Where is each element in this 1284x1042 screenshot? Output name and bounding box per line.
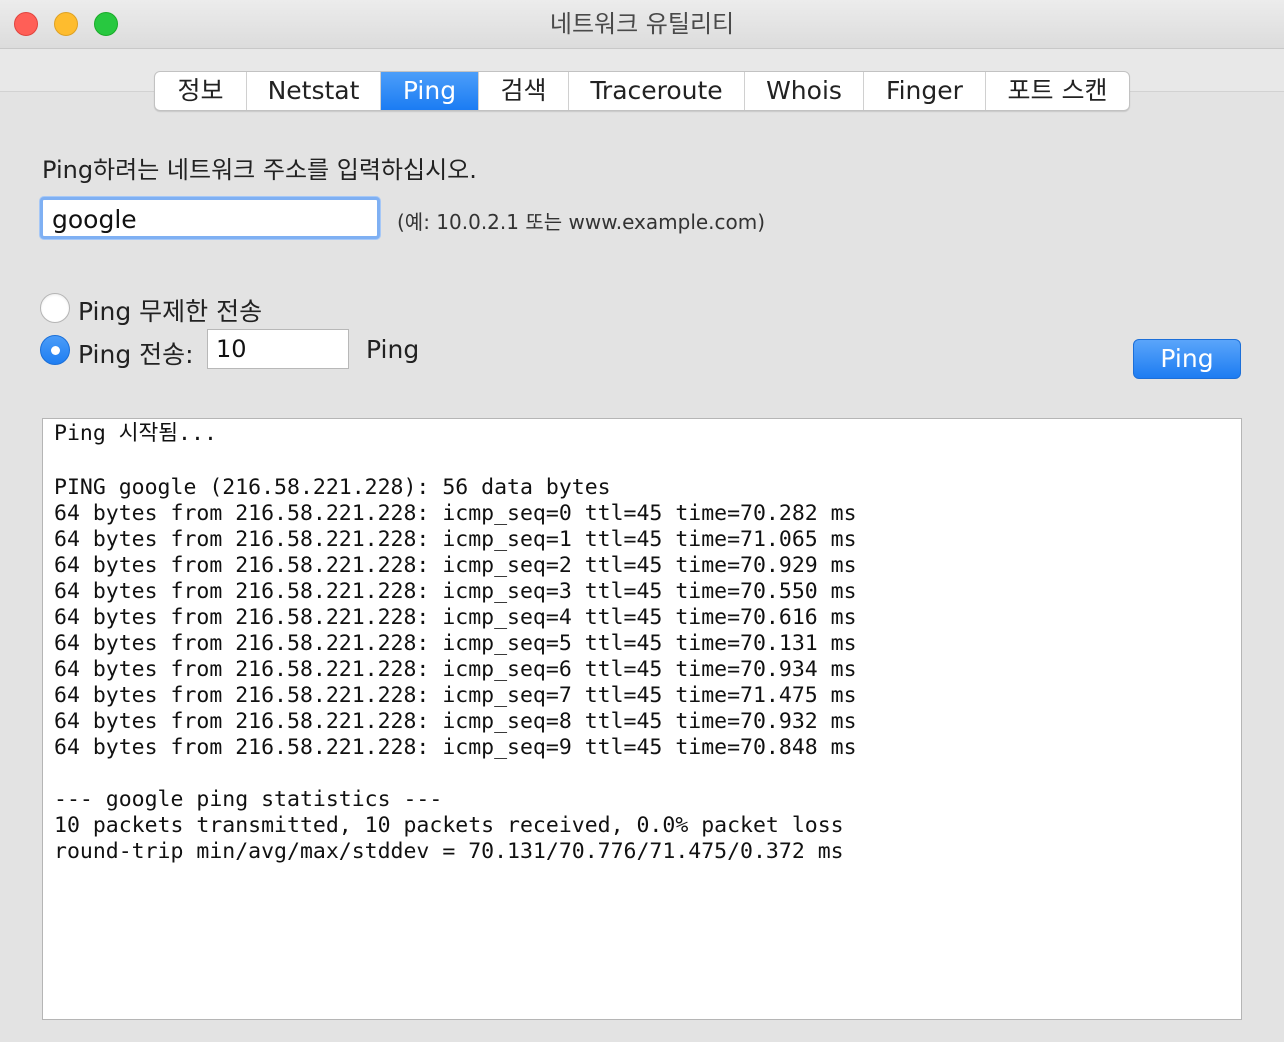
unlimited-pings-radio[interactable] [40, 293, 70, 323]
output-line: 64 bytes from 216.58.221.228: icmp_seq=3… [54, 579, 857, 604]
title-bar[interactable]: 네트워크 유틸리티 [0, 0, 1284, 49]
radio-selected-dot [51, 346, 60, 355]
ping-instruction-label: Ping하려는 네트워크 주소를 입력하십시오. [42, 156, 477, 184]
ping-output-area[interactable]: Ping 시작됨... PING google (216.58.221.228)… [42, 418, 1242, 1020]
ping-count-value: 10 [216, 335, 247, 363]
ping-button[interactable]: Ping [1133, 339, 1241, 379]
tab-info[interactable]: 정보 [155, 72, 247, 110]
output-line: 64 bytes from 216.58.221.228: icmp_seq=0… [54, 501, 857, 526]
network-utility-window: 네트워크 유틸리티 정보 Netstat Ping 검색 Traceroute … [0, 0, 1284, 1042]
output-line: PING google (216.58.221.228): 56 data by… [54, 475, 611, 500]
send-count-radio[interactable] [40, 335, 70, 365]
tab-traceroute[interactable]: Traceroute [569, 72, 745, 110]
output-line: round-trip min/avg/max/stddev = 70.131/7… [54, 839, 844, 864]
tab-whois[interactable]: Whois [745, 72, 864, 110]
tab-ping[interactable]: Ping [381, 72, 479, 110]
output-line: 64 bytes from 216.58.221.228: icmp_seq=6… [54, 657, 857, 682]
output-line: 64 bytes from 216.58.221.228: icmp_seq=5… [54, 631, 857, 656]
output-line: --- google ping statistics --- [54, 787, 443, 812]
output-line: 64 bytes from 216.58.221.228: icmp_seq=9… [54, 735, 857, 760]
ping-count-suffix: Ping [366, 335, 420, 364]
output-line: 64 bytes from 216.58.221.228: icmp_seq=2… [54, 553, 857, 578]
output-line: 64 bytes from 216.58.221.228: icmp_seq=1… [54, 527, 857, 552]
address-example-hint: (예: 10.0.2.1 또는 www.example.com) [397, 210, 766, 234]
tab-finger[interactable]: Finger [864, 72, 986, 110]
tab-port-scan[interactable]: 포트 스캔 [986, 72, 1129, 110]
output-line: 64 bytes from 216.58.221.228: icmp_seq=8… [54, 709, 857, 734]
output-line: Ping 시작됨... [54, 421, 217, 446]
output-line: 64 bytes from 216.58.221.228: icmp_seq=4… [54, 605, 857, 630]
tab-bar: 정보 Netstat Ping 검색 Traceroute Whois Fing… [154, 71, 1130, 111]
address-input-value: google [52, 205, 137, 234]
send-count-label[interactable]: Ping 전송: [78, 335, 194, 371]
output-line: 10 packets transmitted, 10 packets recei… [54, 813, 844, 838]
tab-lookup[interactable]: 검색 [479, 72, 569, 110]
tab-netstat[interactable]: Netstat [247, 72, 381, 110]
address-input[interactable]: google [40, 197, 380, 239]
unlimited-pings-label[interactable]: Ping 무제한 전송 [78, 292, 262, 328]
ping-count-input[interactable]: 10 [207, 329, 349, 369]
window-title: 네트워크 유틸리티 [549, 10, 735, 38]
output-line: 64 bytes from 216.58.221.228: icmp_seq=7… [54, 683, 857, 708]
